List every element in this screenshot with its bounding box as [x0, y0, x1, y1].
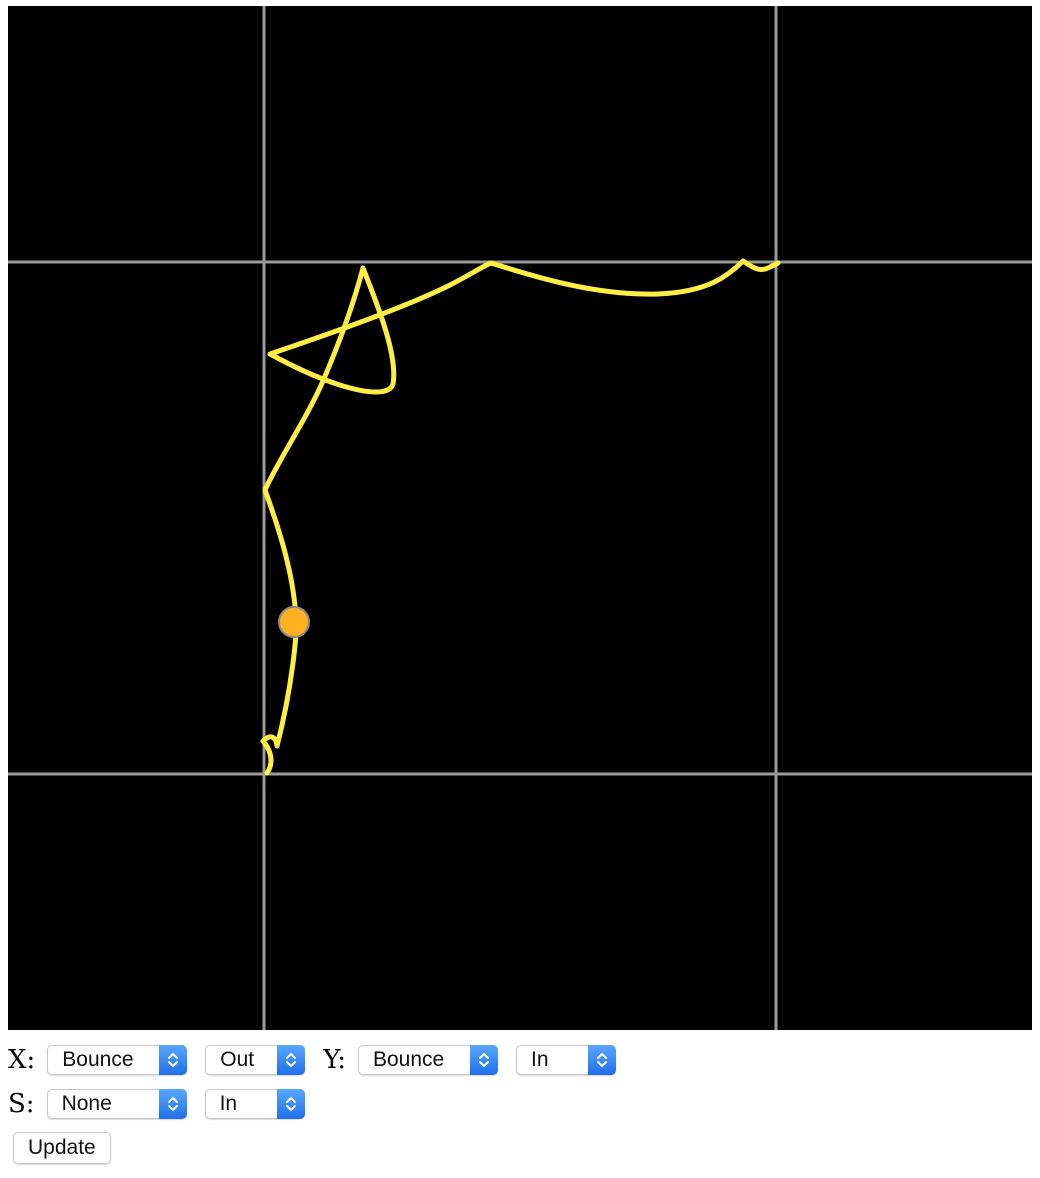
y-ease-value: Bounce	[373, 1048, 445, 1071]
xy-controls-row: X: Bounce Out Y: Bounce In	[8, 1042, 634, 1078]
x-direction-value: Out	[220, 1048, 255, 1071]
s-direction-select-arrows-icon	[276, 1088, 305, 1119]
y-ease-select[interactable]: Bounce	[358, 1044, 498, 1075]
animated-dot	[278, 606, 310, 638]
x-ease-value: Bounce	[62, 1048, 134, 1071]
x-direction-select[interactable]: Out	[205, 1044, 306, 1075]
s-ease-value: None	[61, 1092, 112, 1115]
x-ease-select[interactable]: Bounce	[47, 1044, 188, 1075]
y-direction-select[interactable]: In	[516, 1044, 616, 1075]
update-button[interactable]: Update	[13, 1132, 111, 1164]
s-axis-label: S:	[8, 1089, 35, 1119]
x-ease-select-arrows-icon	[159, 1044, 188, 1075]
s-ease-select-arrows-icon	[158, 1088, 187, 1119]
easing-plot	[8, 6, 1032, 1030]
x-direction-select-arrows-icon	[277, 1044, 306, 1075]
y-axis-label: Y:	[323, 1045, 346, 1075]
animation-canvas[interactable]	[8, 6, 1032, 1030]
update-row: Update	[13, 1130, 111, 1166]
s-direction-select[interactable]: In	[204, 1088, 305, 1119]
s-direction-value: In	[219, 1092, 238, 1115]
y-direction-value: In	[531, 1048, 549, 1071]
y-ease-select-arrows-icon	[470, 1044, 498, 1075]
scale-controls-row: S: None In	[8, 1086, 323, 1122]
s-ease-select[interactable]: None	[46, 1088, 187, 1119]
canvas-background	[8, 6, 1032, 1030]
y-direction-select-arrows-icon	[588, 1044, 616, 1075]
x-axis-label: X:	[8, 1045, 36, 1075]
